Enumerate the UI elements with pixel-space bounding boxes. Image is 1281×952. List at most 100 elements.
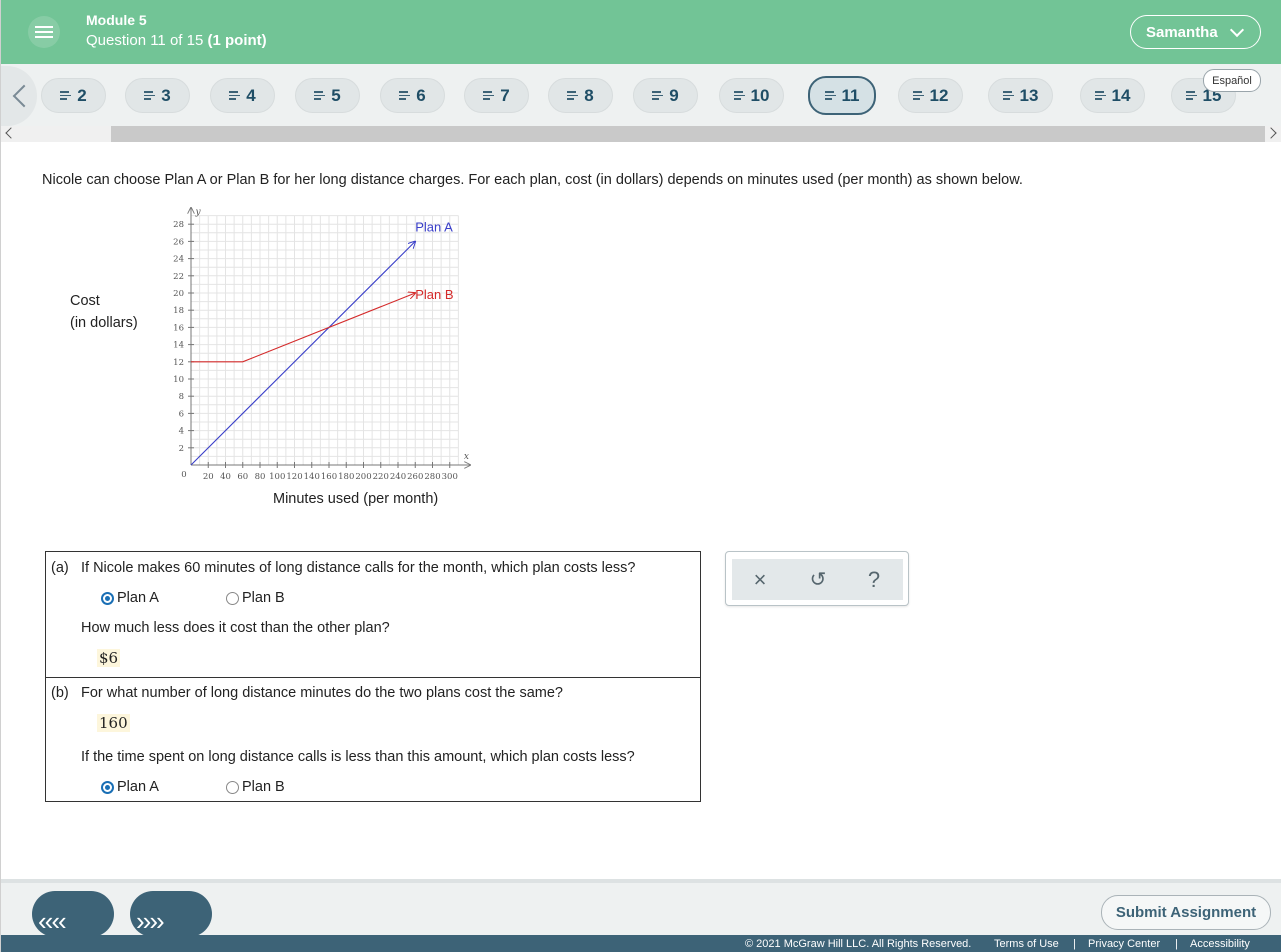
- y-tick-label: 10: [173, 375, 184, 385]
- module-title: Module 5: [86, 12, 147, 28]
- question-pill-2[interactable]: 2: [41, 78, 106, 113]
- undo-icon[interactable]: ↺: [806, 568, 830, 592]
- scrollbar-thumb[interactable]: [111, 126, 1265, 142]
- question-pill-6[interactable]: 6: [380, 78, 445, 113]
- separator: |: [1073, 938, 1076, 950]
- part-b-answer-input[interactable]: 160: [97, 714, 130, 732]
- question-pill-3[interactable]: 3: [125, 78, 190, 113]
- y-tick-label: 14: [173, 341, 184, 351]
- y-tick-label: 26: [173, 237, 184, 247]
- help-icon[interactable]: ?: [862, 568, 886, 592]
- question-pill-11-current[interactable]: 11: [808, 76, 876, 115]
- part-a-option-plan-b[interactable]: Plan B: [226, 590, 285, 606]
- question-pill-8[interactable]: 8: [548, 78, 613, 113]
- clear-icon[interactable]: ×: [748, 568, 772, 592]
- problem-text: Nicole can choose Plan A or Plan B for h…: [42, 172, 1023, 188]
- terms-link[interactable]: Terms of Use: [994, 938, 1059, 950]
- y-tick-label: 20: [173, 289, 184, 299]
- divider: [46, 677, 700, 678]
- user-name: Samantha: [1146, 23, 1218, 41]
- list-icon: [399, 91, 411, 100]
- question-pill-14[interactable]: 14: [1080, 78, 1145, 113]
- x-variable-label: x: [464, 452, 469, 462]
- y-tick-label: 4: [179, 427, 184, 437]
- list-icon: [1094, 91, 1106, 100]
- question-pill-9[interactable]: 9: [633, 78, 698, 113]
- y-variable-label: y: [194, 208, 201, 218]
- question-points: (1 point): [207, 32, 267, 49]
- copyright-bar: © 2021 McGraw Hill LLC. All Rights Reser…: [1, 935, 1281, 952]
- part-b-followup: If the time spent on long distance calls…: [81, 749, 635, 765]
- x-tick-label: 80: [255, 472, 266, 482]
- language-toggle-button[interactable]: Español: [1203, 69, 1261, 92]
- part-a-answer-input[interactable]: $6: [97, 649, 121, 667]
- menu-icon[interactable]: [28, 16, 60, 48]
- question-pill-7[interactable]: 7: [464, 78, 529, 113]
- x-tick-label: 220: [373, 472, 389, 482]
- question-navigation: 2 3 4 5 6 7 8 9 10 11 12 13 14 15: [1, 64, 1281, 126]
- question-pill-5[interactable]: 5: [295, 78, 360, 113]
- list-icon: [567, 91, 579, 100]
- list-icon: [483, 91, 495, 100]
- tools-bar: × ↺ ?: [732, 559, 903, 600]
- privacy-link[interactable]: Privacy Center: [1088, 938, 1160, 950]
- question-progress: Question 11 of 15 (1 point): [86, 32, 267, 49]
- radio-unselected-icon[interactable]: [226, 591, 239, 605]
- scroll-right-icon[interactable]: [1265, 127, 1277, 139]
- answer-tools: × ↺ ?: [725, 551, 909, 606]
- x-tick-label: 300: [442, 472, 458, 482]
- list-icon: [824, 91, 836, 100]
- part-a-question: If Nicole makes 60 minutes of long dista…: [81, 560, 636, 576]
- horizontal-scrollbar[interactable]: [1, 126, 1281, 142]
- question-pill-13[interactable]: 13: [988, 78, 1053, 113]
- part-b-label: (b): [51, 685, 69, 701]
- radio-selected-icon[interactable]: [101, 780, 114, 794]
- part-b-option-plan-a[interactable]: Plan A: [101, 779, 159, 795]
- nav-prev-arrow-icon[interactable]: [1, 66, 37, 126]
- list-icon: [652, 91, 664, 100]
- x-tick-label: 280: [424, 472, 440, 482]
- list-icon: [1002, 91, 1014, 100]
- part-b-option-plan-b[interactable]: Plan B: [226, 779, 285, 795]
- question-pill-4[interactable]: 4: [210, 78, 275, 113]
- part-a-option-plan-a[interactable]: Plan A: [101, 590, 159, 606]
- list-icon: [912, 91, 924, 100]
- top-bar: Module 5 Question 11 of 15 (1 point) Sam…: [1, 0, 1281, 64]
- radio-unselected-icon[interactable]: [226, 780, 239, 794]
- page: Module 5 Question 11 of 15 (1 point) Sam…: [0, 0, 1281, 952]
- accessibility-link[interactable]: Accessibility: [1190, 938, 1250, 950]
- question-pill-12[interactable]: 12: [898, 78, 963, 113]
- y-tick-label: 6: [179, 409, 184, 419]
- x-tick-label: 200: [355, 472, 371, 482]
- scroll-left-icon[interactable]: [5, 127, 17, 139]
- list-icon: [314, 91, 326, 100]
- copyright-text: © 2021 McGraw Hill LLC. All Rights Reser…: [745, 938, 972, 950]
- y-tick-label: 12: [173, 358, 184, 368]
- next-question-button[interactable]: ››››: [130, 891, 212, 937]
- list-icon: [1185, 91, 1197, 100]
- series-label: Plan B: [415, 287, 453, 302]
- submit-assignment-button[interactable]: Submit Assignment: [1101, 895, 1271, 930]
- question-pill-10[interactable]: 10: [719, 78, 784, 113]
- y-tick-label: 2: [179, 444, 184, 454]
- chevron-down-icon: [1229, 22, 1245, 38]
- previous-question-button[interactable]: ‹‹‹‹: [32, 891, 114, 937]
- x-tick-label: 60: [237, 472, 248, 482]
- x-tick-label: 180: [338, 472, 354, 482]
- x-tick-label: 120: [286, 472, 302, 482]
- radio-selected-icon[interactable]: [101, 591, 114, 605]
- part-a-label: (a): [51, 560, 69, 576]
- x-axis-title: Minutes used (per month): [273, 491, 439, 507]
- cost-chart: 20 40 60 80 100 120 140 160 180 200 220 240 260 280 30…: [173, 205, 551, 482]
- list-icon: [229, 91, 241, 100]
- y-tick-label: 22: [173, 272, 184, 282]
- user-menu-button[interactable]: Samantha: [1130, 15, 1261, 49]
- origin-label: 0: [181, 470, 186, 480]
- list-icon: [733, 91, 745, 100]
- x-tick-label: 160: [321, 472, 337, 482]
- x-tick-label: 20: [203, 472, 214, 482]
- y-tick-label: 16: [173, 323, 184, 333]
- x-tick-label: 100: [269, 472, 285, 482]
- y-axis-title: Cost (in dollars): [70, 293, 138, 331]
- x-tick-label: 140: [304, 472, 320, 482]
